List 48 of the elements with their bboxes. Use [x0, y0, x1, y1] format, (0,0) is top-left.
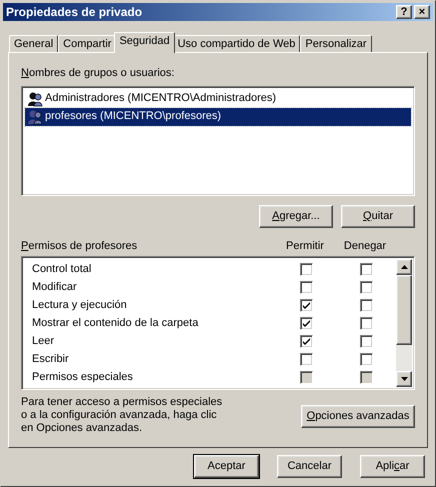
- add-button[interactable]: Agregar...: [259, 204, 333, 228]
- column-header: Permitir: [285, 238, 325, 254]
- checkbox[interactable]: [360, 316, 372, 330]
- close-button[interactable]: ×: [414, 5, 430, 19]
- tab[interactable]: General: [9, 35, 58, 53]
- permission-name: Control total: [32, 262, 92, 277]
- window-title: Propiedades de privado: [6, 4, 144, 21]
- tab[interactable]: Compartir: [58, 35, 116, 53]
- permission-name: Escribir: [32, 352, 70, 367]
- ok-button[interactable]: Aceptar: [194, 455, 259, 478]
- permission-name: Modificar: [32, 280, 78, 295]
- advanced-note: Para tener acceso a permisos especiales o a la configuración avanzada, haga clic en Opciones avanzadas.: [21, 396, 224, 435]
- checkbox[interactable]: [360, 262, 372, 276]
- user-group-icon: [27, 108, 43, 124]
- tab[interactable]: Personalizar: [300, 35, 372, 53]
- tab[interactable]: Seguridad: [114, 32, 175, 53]
- permissions-label: Permisos de profesores: [21, 238, 138, 254]
- cancel-button[interactable]: Cancelar: [277, 455, 342, 478]
- scroll-up-button[interactable]: [396, 259, 412, 275]
- checkbox[interactable]: [360, 298, 372, 312]
- user-group-icon: [27, 90, 43, 106]
- permission-name: Leer: [32, 334, 56, 349]
- user-item[interactable]: Administradores (MICENTRO\Administradores): [25, 90, 411, 108]
- users-label: Nombres de grupos o usuarios:: [21, 66, 176, 81]
- checkbox[interactable]: [300, 352, 312, 366]
- scroll-thumb[interactable]: [396, 275, 412, 345]
- apply-button[interactable]: Aplicar: [360, 455, 425, 478]
- checkbox[interactable]: [360, 352, 372, 366]
- up-arrow-icon: [400, 265, 408, 269]
- down-arrow-icon: [400, 377, 408, 381]
- user-item[interactable]: profesores (MICENTRO\profesores): [25, 108, 411, 126]
- checkbox[interactable]: [300, 280, 312, 294]
- checkbox[interactable]: [300, 262, 312, 276]
- tab[interactable]: Uso compartido de Web: [172, 35, 300, 53]
- permission-name: Permisos especiales: [32, 370, 134, 385]
- checkbox[interactable]: [300, 334, 312, 348]
- scrollbar[interactable]: [396, 259, 412, 387]
- checkbox[interactable]: [300, 316, 312, 330]
- checkbox[interactable]: [300, 298, 312, 312]
- help-button[interactable]: ?: [396, 5, 412, 19]
- remove-button[interactable]: Quitar: [341, 204, 415, 228]
- checkbox[interactable]: [360, 334, 372, 348]
- permission-name: Mostrar el contenido de la carpeta: [32, 316, 200, 331]
- permission-name: Lectura y ejecución: [32, 298, 128, 313]
- advanced-options-button[interactable]: Opciones avanzadas: [301, 405, 415, 428]
- checkbox[interactable]: [360, 280, 372, 294]
- column-header: Denegar: [342, 238, 388, 254]
- scroll-down-button[interactable]: [396, 371, 412, 387]
